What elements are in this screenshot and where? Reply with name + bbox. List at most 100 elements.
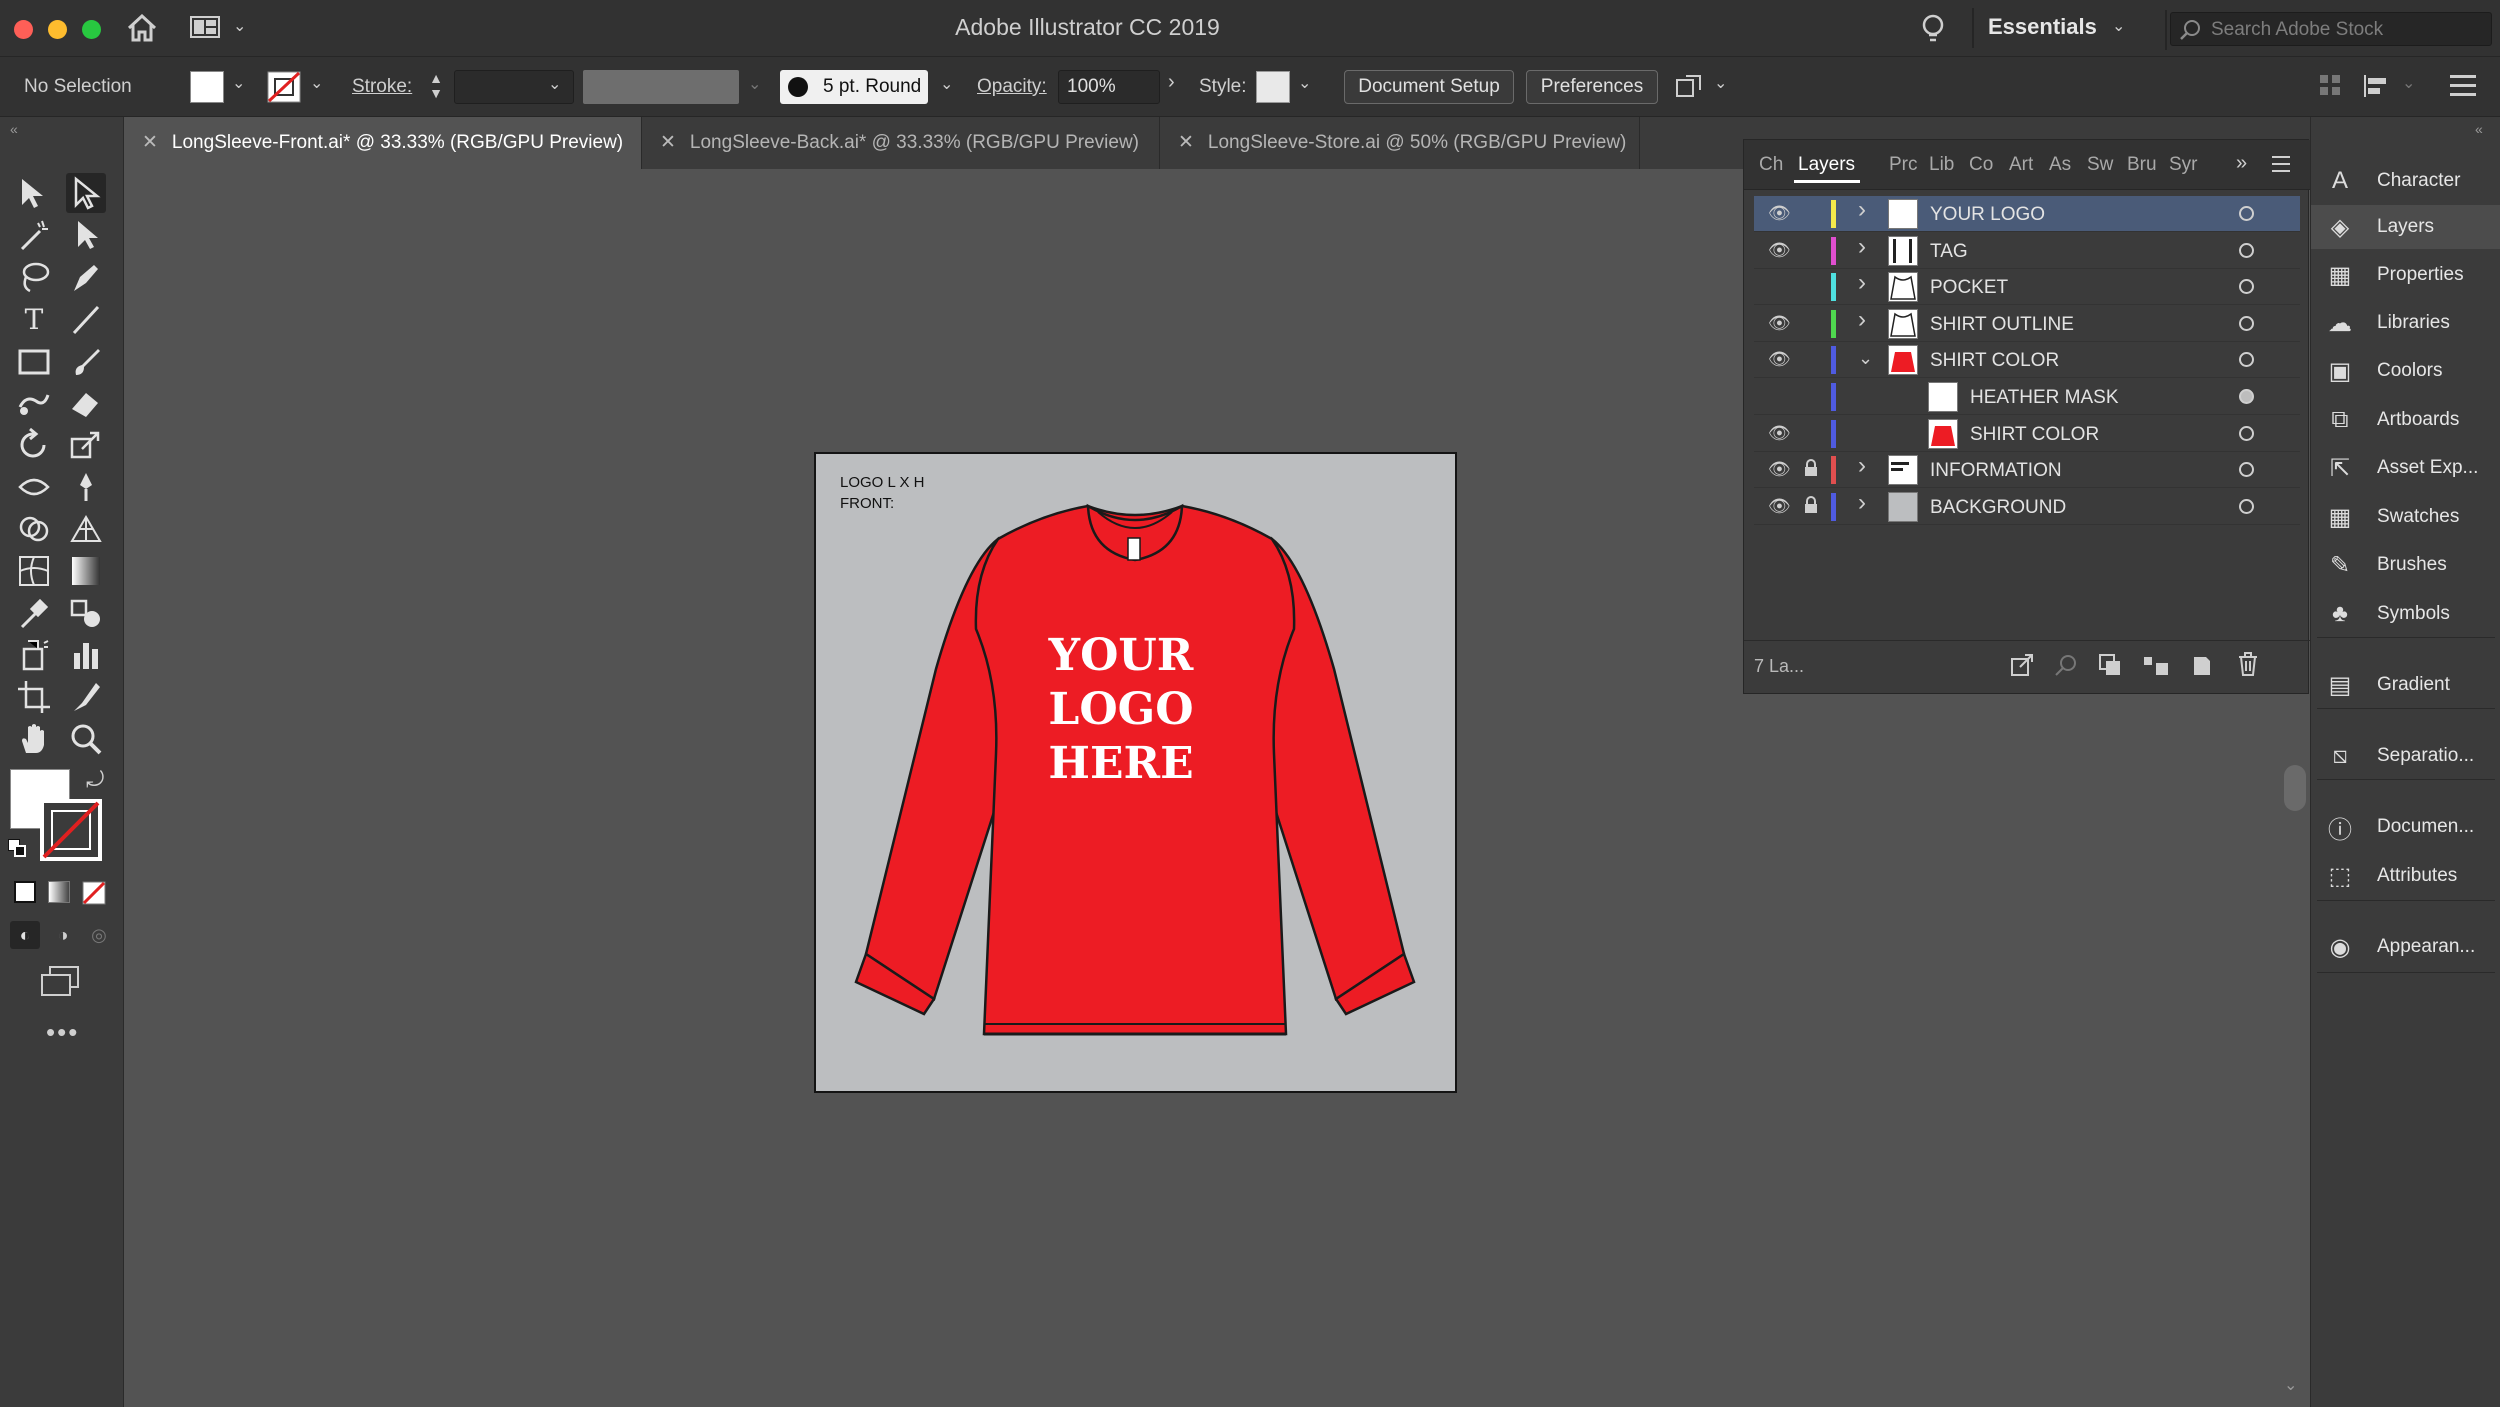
chevron-right-icon[interactable]: › <box>1858 269 1866 297</box>
layer-target-icon[interactable] <box>2239 462 2254 478</box>
export-layer-icon[interactable] <box>2010 653 2034 677</box>
gradient-tool-icon[interactable] <box>66 551 106 591</box>
workspace-switcher[interactable]: Essentials <box>1988 14 2097 40</box>
magic-wand-tool-icon[interactable] <box>14 215 54 255</box>
close-tab-icon[interactable]: ✕ <box>660 132 676 153</box>
slice-tool-icon[interactable] <box>66 677 106 717</box>
layer-name[interactable]: YOUR LOGO <box>1930 204 2045 226</box>
visibility-eye-icon[interactable]: 👁 <box>1768 349 1791 370</box>
chevron-right-icon[interactable]: › <box>1858 233 1866 261</box>
dock-item-libraries[interactable]: ☁ Libraries <box>2311 301 2500 345</box>
layer-row[interactable]: 👁 › YOUR LOGO <box>1754 196 2300 232</box>
lock-icon[interactable] <box>1804 459 1818 482</box>
tab-artboards[interactable]: Art <box>2009 154 2033 176</box>
dock-item-appearance[interactable]: ◉ Appearan... <box>2311 925 2500 969</box>
rotate-tool-icon[interactable] <box>14 425 54 465</box>
color-mode-icon[interactable] <box>14 881 36 903</box>
opacity-label[interactable]: Opacity: <box>977 76 1047 98</box>
dock-item-asset-export[interactable]: ⇱ Asset Exp... <box>2311 446 2500 490</box>
layer-row[interactable]: 👁 › INFORMATION <box>1754 452 2300 489</box>
align-icon[interactable] <box>2318 73 2342 99</box>
swap-fill-stroke-icon[interactable]: ⤾ <box>86 767 104 793</box>
chevron-down-icon[interactable]: ⌄ <box>310 73 323 93</box>
lasso-tool-icon[interactable] <box>14 257 54 297</box>
visibility-eye-icon[interactable]: 👁 <box>1768 496 1791 517</box>
tab-layers[interactable]: Layers <box>1798 154 1855 176</box>
make-clipping-mask-icon[interactable] <box>2098 653 2122 677</box>
logo-placeholder[interactable]: YOUR LOGO HERE <box>1031 629 1211 791</box>
visibility-eye-icon[interactable]: 👁 <box>1768 459 1791 480</box>
none-mode-icon[interactable] <box>82 881 106 905</box>
layer-target-icon[interactable] <box>2239 206 2254 221</box>
visibility-eye-icon[interactable]: 👁 <box>1768 240 1791 261</box>
direct-selection-tool-icon[interactable] <box>66 173 106 213</box>
layer-name[interactable]: SHIRT COLOR <box>1930 350 2059 372</box>
draw-behind-icon[interactable]: ◑ <box>48 921 78 949</box>
zoom-tool-icon[interactable] <box>66 719 106 759</box>
layer-target-icon[interactable] <box>2239 425 2254 441</box>
tab-properties[interactable]: Prc <box>1889 154 1918 176</box>
layer-name[interactable]: POCKET <box>1930 277 2008 299</box>
lock-icon[interactable] <box>1804 495 1818 519</box>
draw-normal-icon[interactable]: ◐ <box>10 921 40 949</box>
layer-row[interactable]: 👁 SHIRT COLOR <box>1754 416 2300 452</box>
layer-name[interactable]: HEATHER MASK <box>1970 387 2119 409</box>
artboard-tool-icon[interactable] <box>14 677 54 717</box>
chevron-down-icon[interactable]: ⌄ <box>1298 73 1311 93</box>
blend-tool-icon[interactable] <box>66 593 106 633</box>
style-swatch[interactable] <box>1256 71 1290 103</box>
chevron-down-icon[interactable]: ⌄ <box>1858 348 1873 369</box>
scroll-down-icon[interactable]: ⌄ <box>2284 1375 2297 1395</box>
layer-target-icon[interactable] <box>2239 498 2254 514</box>
line-tool-icon[interactable] <box>66 299 106 339</box>
scale-tool-icon[interactable] <box>66 425 106 465</box>
opacity-field[interactable]: 100% <box>1058 70 1160 104</box>
lasso-select-tool-icon[interactable] <box>66 215 106 255</box>
symbol-sprayer-tool-icon[interactable] <box>14 635 54 675</box>
panel-menu-icon[interactable] <box>2272 156 2290 172</box>
layer-row[interactable]: HEATHER MASK <box>1754 379 2300 415</box>
tab-color[interactable]: Co <box>1969 154 1993 176</box>
layer-name[interactable]: SHIRT OUTLINE <box>1930 314 2074 336</box>
stroke-swatch[interactable] <box>267 71 301 103</box>
preferences-button[interactable]: Preferences <box>1526 70 1658 104</box>
tab-symbols[interactable]: Syr <box>2169 154 2198 176</box>
chevron-right-icon[interactable]: › <box>1858 489 1866 517</box>
hand-tool-icon[interactable] <box>14 719 54 759</box>
vertical-scrollbar[interactable] <box>2284 765 2306 811</box>
document-setup-button[interactable]: Document Setup <box>1344 70 1514 104</box>
layer-row[interactable]: 👁 › SHIRT OUTLINE <box>1754 306 2300 342</box>
change-screen-mode-icon[interactable] <box>40 965 80 999</box>
width-tool-icon[interactable] <box>14 467 54 507</box>
edit-toolbar-icon[interactable]: ••• <box>46 1017 79 1048</box>
layer-name[interactable]: TAG <box>1930 241 1968 263</box>
fill-swatch[interactable] <box>190 71 224 103</box>
layer-row[interactable]: › POCKET <box>1754 269 2300 306</box>
gradient-mode-icon[interactable] <box>48 881 70 903</box>
tab-character[interactable]: Ch <box>1759 154 1783 176</box>
dock-item-coolors[interactable]: ▣ Coolors <box>2311 349 2500 393</box>
search-stock-field[interactable]: Search Adobe Stock <box>2170 12 2492 46</box>
delete-layer-icon[interactable] <box>2236 651 2260 677</box>
rectangle-tool-icon[interactable] <box>14 341 54 381</box>
chevron-down-icon[interactable]: ⌄ <box>548 74 561 94</box>
dock-item-gradient[interactable]: ▤ Gradient <box>2311 663 2500 707</box>
eyedropper-tool-icon[interactable] <box>14 593 54 633</box>
close-tab-icon[interactable]: ✕ <box>1178 132 1194 153</box>
expand-panels-icon[interactable]: « <box>2475 121 2483 137</box>
stroke-color-box[interactable] <box>40 799 102 861</box>
paintbrush-tool-icon[interactable] <box>66 341 106 381</box>
layer-name[interactable]: INFORMATION <box>1930 460 2062 482</box>
tab-longsleeve-back[interactable]: ✕ LongSleeve-Back.ai* @ 33.33% (RGB/GPU P… <box>642 117 1160 169</box>
more-tabs-icon[interactable]: » <box>2236 152 2247 175</box>
chevron-down-icon[interactable]: ⌄ <box>940 74 953 94</box>
chevron-right-icon[interactable]: › <box>1858 196 1866 224</box>
lightbulb-icon[interactable] <box>1920 13 1946 45</box>
chevron-down-icon[interactable]: ⌄ <box>2402 73 2415 93</box>
chevron-down-icon[interactable]: ⌄ <box>232 73 245 93</box>
layer-target-icon[interactable] <box>2239 389 2254 404</box>
layer-target-icon[interactable] <box>2239 352 2254 368</box>
layer-target-icon[interactable] <box>2239 315 2254 331</box>
layer-row[interactable]: 👁 › BACKGROUND <box>1754 489 2300 525</box>
tab-swatches[interactable]: Sw <box>2087 154 2113 176</box>
